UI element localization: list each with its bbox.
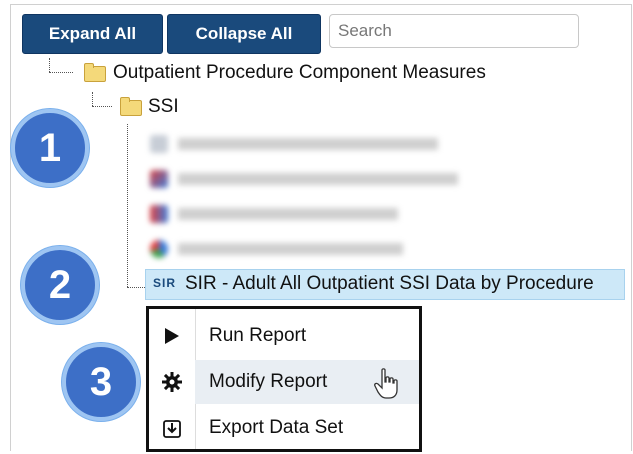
tree-node-root[interactable]: Outpatient Procedure Component Measures xyxy=(113,62,486,84)
menu-item-label: Run Report xyxy=(209,325,307,346)
tree-connector xyxy=(92,92,93,106)
download-icon xyxy=(149,406,195,450)
blurred-report-item[interactable] xyxy=(150,168,458,190)
blurred-report-item[interactable] xyxy=(150,238,403,260)
blurred-report-item[interactable] xyxy=(150,133,438,155)
tree-connector xyxy=(49,72,73,73)
menu-item-label: Export Data Set xyxy=(209,417,344,438)
menu-item-label: Modify Report xyxy=(209,371,328,392)
hand-cursor-icon xyxy=(373,368,399,406)
collapse-all-button[interactable]: Collapse All xyxy=(167,14,321,54)
search-input[interactable] xyxy=(329,14,579,48)
tree-connector xyxy=(127,124,128,287)
sir-icon: SIR xyxy=(153,276,177,290)
callout-badge-1: 1 xyxy=(11,109,89,187)
menu-item-run-report[interactable]: Run Report xyxy=(149,314,419,358)
tree-connector xyxy=(92,106,112,107)
play-icon xyxy=(149,314,195,358)
context-menu: Run Report Modify Report Export Data Set xyxy=(146,306,422,452)
expand-all-button[interactable]: Expand All xyxy=(22,14,163,54)
callout-badge-2: 2 xyxy=(21,246,99,324)
tree-connector xyxy=(49,58,50,72)
folder-icon xyxy=(84,63,106,82)
selected-report-label[interactable]: SIR - Adult All Outpatient SSI Data by P… xyxy=(185,273,594,295)
tree-node-ssi[interactable]: SSI xyxy=(148,96,179,118)
tree-connector xyxy=(127,287,145,288)
callout-badge-3: 3 xyxy=(62,343,140,421)
menu-item-modify-report[interactable]: Modify Report xyxy=(149,360,419,404)
blurred-report-item[interactable] xyxy=(150,203,398,225)
folder-icon xyxy=(120,97,142,116)
menu-item-export-data-set[interactable]: Export Data Set xyxy=(149,406,419,450)
gear-icon xyxy=(149,360,195,404)
